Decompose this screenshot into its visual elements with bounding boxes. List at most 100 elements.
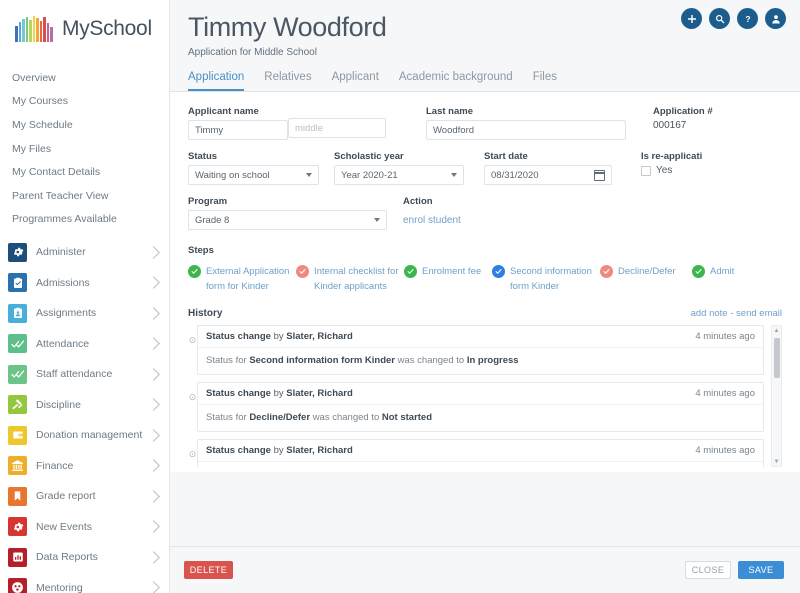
start-date-input[interactable]: 08/31/2020 bbox=[484, 165, 612, 186]
tab-application[interactable]: Application bbox=[188, 71, 245, 92]
save-button[interactable]: SAVE bbox=[738, 561, 784, 579]
history-entry: ⊙ Status change by Slater, Richard 4 minut… bbox=[188, 382, 764, 433]
sidebar-item-programmes-available[interactable]: Programmes Available bbox=[0, 208, 169, 232]
step-item[interactable]: Internal checklist for Kinder applicants bbox=[296, 265, 404, 294]
sidebar-item-label: Finance bbox=[36, 459, 74, 472]
enrol-student-link[interactable]: enrol student bbox=[403, 215, 461, 226]
history-body-prefix: Status for bbox=[206, 355, 247, 367]
id-badge-icon bbox=[8, 303, 27, 323]
send-email-link[interactable]: send email bbox=[736, 308, 782, 319]
brand-name: MySchool bbox=[62, 17, 152, 40]
applicant-first-name-input[interactable]: Timmy bbox=[188, 120, 288, 141]
account-icon[interactable] bbox=[765, 8, 786, 29]
sidebar-item-my-courses[interactable]: My Courses bbox=[0, 90, 169, 114]
step-item[interactable]: Enrolment fee bbox=[404, 265, 492, 294]
sidebar-item-finance[interactable]: Finance bbox=[0, 451, 169, 482]
step-item[interactable]: Decline/Defer bbox=[600, 265, 692, 294]
sidebar-item-admissions[interactable]: Admissions bbox=[0, 268, 169, 299]
applicant-middle-name-input[interactable]: middle bbox=[288, 118, 386, 139]
sidebar-item-label: Data Reports bbox=[36, 551, 98, 564]
scroll-up-icon[interactable]: ▲ bbox=[772, 326, 781, 335]
step-status-complete-icon bbox=[692, 265, 705, 279]
sidebar-item-discipline[interactable]: Discipline bbox=[0, 390, 169, 421]
chevron-down-icon bbox=[306, 173, 312, 178]
close-button[interactable]: CLOSE bbox=[685, 561, 731, 579]
history-card-header: Status change by Slater, Richard 4 minute… bbox=[198, 383, 763, 406]
logo-bar bbox=[50, 27, 54, 42]
sidebar-item-administer[interactable]: Administer bbox=[0, 237, 169, 268]
field-program: Program Grade 8 bbox=[188, 196, 403, 231]
double-check-icon bbox=[8, 364, 27, 384]
add-icon[interactable] bbox=[681, 8, 702, 29]
chevron-right-icon bbox=[147, 429, 160, 442]
delete-button[interactable]: DELETE bbox=[184, 561, 233, 579]
gear-icon bbox=[8, 242, 27, 262]
field-status: Status Waiting on school bbox=[188, 151, 334, 186]
history-card-header: Status change by Slater, Richard 4 minute… bbox=[198, 326, 763, 349]
application-number-value: 000167 bbox=[653, 120, 687, 132]
history-body-status: Not started bbox=[381, 412, 433, 424]
history-entry-action: Status change bbox=[206, 331, 271, 343]
calendar-icon[interactable] bbox=[594, 169, 605, 181]
last-name-input[interactable]: Woodford bbox=[426, 120, 626, 141]
app-root: MySchool Overview My Courses My Schedule My… bbox=[0, 0, 800, 593]
step-item[interactable]: Admit bbox=[692, 265, 752, 294]
history-bullet-icon: ⊙ bbox=[188, 449, 197, 460]
scrollbar-thumb[interactable] bbox=[773, 338, 780, 379]
form-row-names: Applicant name Timmy middle Last name Wo… bbox=[188, 106, 782, 151]
sidebar-item-grade-report[interactable]: Grade report bbox=[0, 481, 169, 512]
tab-files[interactable]: Files bbox=[533, 71, 557, 91]
sidebar-item-staff-attendance[interactable]: Staff attendance bbox=[0, 359, 169, 390]
program-select-value: Grade 8 bbox=[195, 214, 230, 226]
step-item[interactable]: External Application form for Kinder bbox=[188, 265, 296, 294]
sidebar-item-donation-management[interactable]: Donation management bbox=[0, 420, 169, 451]
sidebar-item-my-schedule[interactable]: My Schedule bbox=[0, 113, 169, 137]
search-icon[interactable] bbox=[709, 8, 730, 29]
history-actions: add note - send email bbox=[691, 308, 782, 319]
history-entry-title: Status change by Slater, Richard bbox=[206, 331, 353, 342]
chevron-right-icon bbox=[147, 459, 160, 473]
step-label: Admit bbox=[710, 266, 735, 278]
tab-applicant[interactable]: Applicant bbox=[332, 71, 379, 91]
tab-relatives[interactable]: Relatives bbox=[264, 71, 311, 91]
sidebar-item-mentoring[interactable]: Mentoring bbox=[0, 573, 169, 593]
sidebar-item-data-reports[interactable]: Data Reports bbox=[0, 542, 169, 573]
brand[interactable]: MySchool bbox=[0, 0, 169, 58]
re-application-checkbox[interactable] bbox=[641, 165, 651, 176]
tab-academic-background[interactable]: Academic background bbox=[399, 71, 513, 91]
status-select[interactable]: Waiting on school bbox=[188, 165, 319, 186]
sidebar-item-my-contact-details[interactable]: My Contact Details bbox=[0, 160, 169, 184]
history-entry-title: Status change by Slater, Richard bbox=[206, 445, 353, 456]
form-row-status: Status Waiting on school Scholastic year… bbox=[188, 151, 782, 196]
sidebar-item-label: Assignments bbox=[36, 307, 97, 320]
chevron-down-icon bbox=[374, 218, 380, 223]
sidebar-item-parent-teacher-view[interactable]: Parent Teacher View bbox=[0, 184, 169, 208]
scholastic-year-select[interactable]: Year 2020-21 bbox=[334, 165, 464, 186]
sidebar-item-label: Attendance bbox=[36, 337, 90, 350]
sidebar-item-new-events[interactable]: New Events bbox=[0, 512, 169, 543]
history-entry: ⊙ Status change by Slater, Richard 4 minut… bbox=[188, 439, 764, 468]
sidebar-item-assignments[interactable]: Assignments bbox=[0, 298, 169, 329]
wallet-icon bbox=[8, 425, 27, 445]
sidebar: MySchool Overview My Courses My Schedule My… bbox=[0, 0, 170, 593]
history-body-middle: was changed to bbox=[397, 355, 465, 367]
sidebar-item-overview[interactable]: Overview bbox=[0, 66, 169, 90]
step-item[interactable]: Second information form Kinder bbox=[492, 265, 600, 294]
help-icon[interactable]: ? bbox=[737, 8, 758, 29]
sidebar-item-label: Mentoring bbox=[36, 581, 83, 593]
sidebar-item-my-files[interactable]: My Files bbox=[0, 137, 169, 161]
re-application-checkbox-row[interactable]: Yes bbox=[641, 165, 702, 176]
history-scrollbar[interactable]: ▲ ▼ bbox=[771, 325, 782, 468]
chevron-right-icon bbox=[147, 490, 160, 503]
field-last-name: Last name Woodford bbox=[426, 106, 641, 141]
history-bullet-icon: ⊙ bbox=[188, 392, 197, 403]
chevron-right-icon bbox=[147, 398, 160, 412]
history-entry-author: Slater, Richard bbox=[286, 331, 353, 343]
program-select[interactable]: Grade 8 bbox=[188, 210, 387, 231]
sidebar-item-attendance[interactable]: Attendance bbox=[0, 329, 169, 360]
scroll-down-icon[interactable]: ▼ bbox=[772, 457, 781, 466]
sidebar-item-label: Admissions bbox=[36, 276, 90, 289]
history-entry-action: Status change bbox=[206, 388, 271, 400]
add-note-link[interactable]: add note bbox=[691, 308, 728, 319]
history-entry-time: 4 minutes ago bbox=[695, 388, 755, 400]
